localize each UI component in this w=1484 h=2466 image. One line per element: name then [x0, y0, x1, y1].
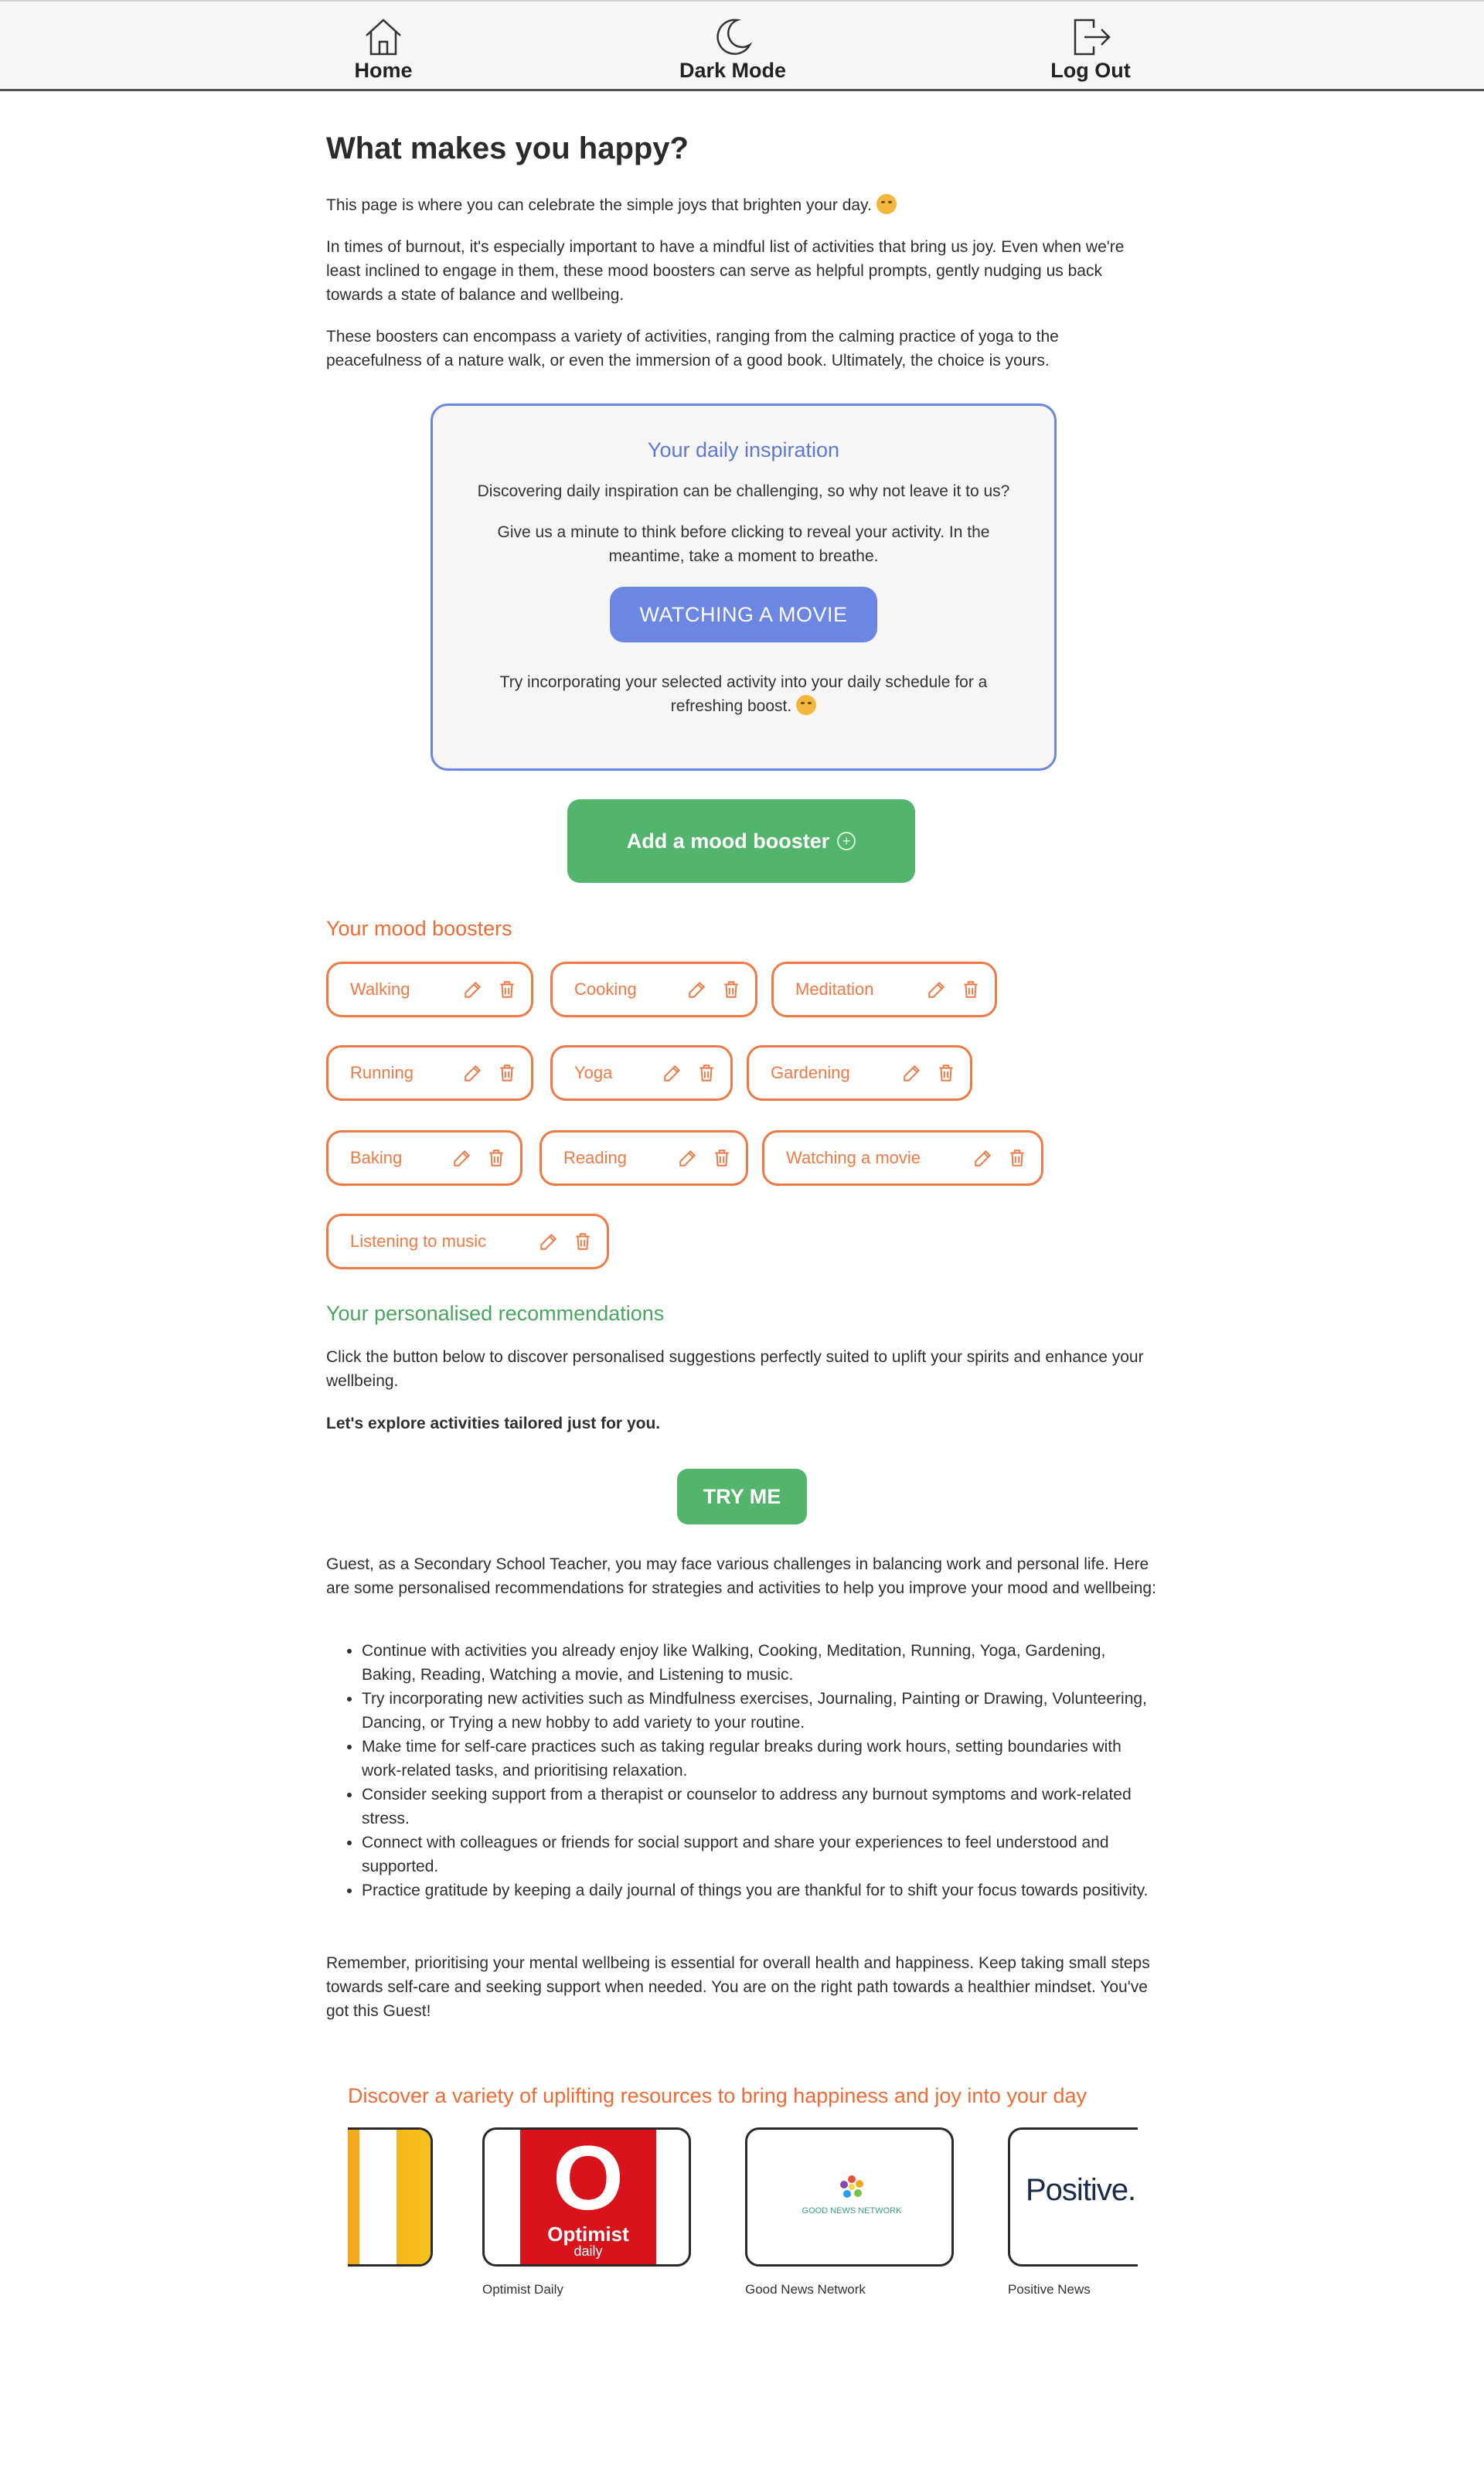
nav-home-label: Home	[354, 59, 413, 82]
resource-label-positive-news[interactable]: Positive News	[1008, 2282, 1091, 2297]
pencil-icon[interactable]	[452, 1148, 472, 1168]
inspiration-text-2: Give us a minute to think before clickin…	[497, 523, 990, 565]
nav-logout-button[interactable]: Log Out	[1045, 14, 1136, 83]
mood-booster-chip[interactable]: Listening to music	[326, 1214, 609, 1269]
logout-icon	[1074, 19, 1111, 56]
plus-circle-icon: +	[837, 832, 856, 850]
recommendations-list: Continue with activities you already enj…	[326, 1639, 1159, 1902]
moon-icon	[716, 19, 753, 55]
recommendations-title: Your personalised recommendations	[326, 1302, 665, 1325]
relieved-face-emoji-icon	[876, 194, 897, 214]
inspiration-text-3: Try incorporating your selected activity…	[481, 670, 1006, 718]
resources-carousel[interactable]: O Optimist daily GOOD NEWS NETWORK Posit…	[348, 2127, 1138, 2282]
optimist-logo-subtext: daily	[574, 2243, 603, 2259]
trash-icon[interactable]	[1007, 1148, 1027, 1168]
mood-booster-label: Baking	[350, 1148, 403, 1167]
pencil-icon[interactable]	[902, 1063, 922, 1083]
inspiration-title: Your daily inspiration	[647, 438, 840, 462]
mood-booster-chip[interactable]: Gardening	[747, 1045, 972, 1101]
pencil-icon[interactable]	[463, 1063, 483, 1083]
recommendations-outro: Remember, prioritising your mental wellb…	[326, 1954, 1150, 2020]
mood-booster-label: Reading	[563, 1148, 627, 1167]
try-me-button[interactable]: TRY ME	[677, 1469, 807, 1524]
nav-home-button[interactable]: Home	[343, 14, 424, 83]
good-news-logo-text: GOOD NEWS NETWORK	[802, 2206, 902, 2216]
mood-booster-chip[interactable]: Meditation	[771, 962, 997, 1017]
mood-booster-label: Walking	[350, 979, 410, 999]
nav-logout-label: Log Out	[1050, 59, 1131, 82]
top-navbar: Home Dark Mode Log Out	[0, 0, 1484, 91]
reveal-activity-button[interactable]: WATCHING A MOVIE	[610, 587, 877, 642]
add-mood-booster-button[interactable]: Add a mood booster +	[567, 799, 915, 883]
trash-icon[interactable]	[497, 1063, 517, 1083]
mood-booster-chip[interactable]: Running	[326, 1045, 533, 1101]
mood-booster-chip[interactable]: Watching a movie	[762, 1130, 1043, 1186]
positive-news-logo: Positive.N	[1026, 2173, 1138, 2207]
mood-booster-chip[interactable]: Yoga	[550, 1045, 733, 1101]
resource-logo-stripe	[359, 2130, 397, 2264]
resource-card-good-news-network[interactable]: GOOD NEWS NETWORK	[745, 2127, 954, 2267]
pencil-icon[interactable]	[539, 1231, 559, 1252]
list-item: Make time for self-care practices such a…	[362, 1735, 1159, 1783]
trash-icon[interactable]	[961, 979, 981, 1000]
good-news-network-logo: GOOD NEWS NETWORK	[802, 2145, 902, 2253]
intro-paragraph-1: This page is where you can celebrate the…	[326, 193, 1157, 217]
trash-icon[interactable]	[486, 1148, 506, 1168]
mood-booster-label: Watching a movie	[786, 1148, 921, 1167]
pencil-icon[interactable]	[973, 1148, 993, 1168]
flower-icon	[840, 2175, 863, 2198]
intro-paragraph-2: In times of burnout, it's especially imp…	[326, 238, 1125, 304]
pencil-icon[interactable]	[927, 979, 947, 1000]
resource-card-optimist-daily[interactable]: O Optimist daily	[482, 2127, 691, 2267]
daily-inspiration-card: Your daily inspiration Discovering daily…	[431, 404, 1057, 771]
list-item: Continue with activities you already enj…	[362, 1639, 1159, 1687]
pencil-icon[interactable]	[662, 1063, 682, 1083]
mood-booster-chip[interactable]: Baking	[326, 1130, 522, 1186]
mood-booster-label: Yoga	[574, 1063, 613, 1082]
home-icon	[366, 19, 401, 56]
trash-icon[interactable]	[497, 979, 517, 1000]
recommendations-text-2: Let's explore activities tailored just f…	[326, 1415, 661, 1432]
optimist-logo-text: Optimist	[547, 2222, 629, 2246]
mood-booster-label: Running	[350, 1063, 414, 1082]
list-item: Connect with colleagues or friends for s…	[362, 1831, 1159, 1878]
resource-label-optimist-daily[interactable]: Optimist Daily	[482, 2282, 563, 2297]
pencil-icon[interactable]	[463, 979, 483, 1000]
mood-booster-label: Listening to music	[350, 1231, 487, 1251]
pencil-icon[interactable]	[687, 979, 707, 1000]
nav-dark-mode-button[interactable]: Dark Mode	[672, 14, 793, 83]
mood-boosters-title: Your mood boosters	[326, 917, 512, 940]
resources-title: Discover a variety of uplifting resource…	[348, 2084, 1087, 2107]
intro-text-1: This page is where you can celebrate the…	[326, 196, 872, 214]
list-item: Try incorporating new activities such as…	[362, 1687, 1159, 1735]
mood-booster-chip[interactable]: Walking	[326, 962, 533, 1017]
trash-icon[interactable]	[712, 1148, 732, 1168]
add-mood-booster-label: Add a mood booster	[626, 829, 830, 853]
intro-paragraph-3: These boosters can encompass a variety o…	[326, 328, 1059, 370]
mood-booster-chip[interactable]: Reading	[539, 1130, 748, 1186]
list-item: Practice gratitude by keeping a daily jo…	[362, 1878, 1159, 1902]
mood-booster-label: Cooking	[574, 979, 637, 999]
trash-icon[interactable]	[573, 1231, 593, 1252]
inspiration-text-3-label: Try incorporating your selected activity…	[499, 673, 988, 715]
nav-dark-mode-label: Dark Mode	[679, 59, 787, 82]
pencil-icon[interactable]	[678, 1148, 698, 1168]
optimist-logo-letter: O	[553, 2127, 624, 2229]
resource-card-partial[interactable]	[348, 2127, 433, 2267]
recommendations-result-intro: Guest, as a Secondary School Teacher, yo…	[326, 1555, 1156, 1597]
trash-icon[interactable]	[721, 979, 741, 1000]
star-struck-emoji-icon	[796, 695, 817, 715]
recommendations-text-1: Click the button below to discover perso…	[326, 1348, 1144, 1390]
page-title: What makes you happy?	[326, 131, 689, 165]
mood-booster-label: Meditation	[795, 979, 874, 999]
trash-icon[interactable]	[936, 1063, 956, 1083]
mood-booster-chip[interactable]: Cooking	[550, 962, 757, 1017]
trash-icon[interactable]	[696, 1063, 716, 1083]
resource-label-good-news-network[interactable]: Good News Network	[745, 2282, 866, 2297]
resource-card-positive-news[interactable]: Positive.N	[1008, 2127, 1138, 2267]
list-item: Consider seeking support from a therapis…	[362, 1783, 1159, 1831]
optimist-daily-logo: O Optimist daily	[520, 2127, 656, 2264]
inspiration-text-1: Discovering daily inspiration can be cha…	[477, 482, 1010, 500]
mood-booster-label: Gardening	[771, 1063, 850, 1082]
